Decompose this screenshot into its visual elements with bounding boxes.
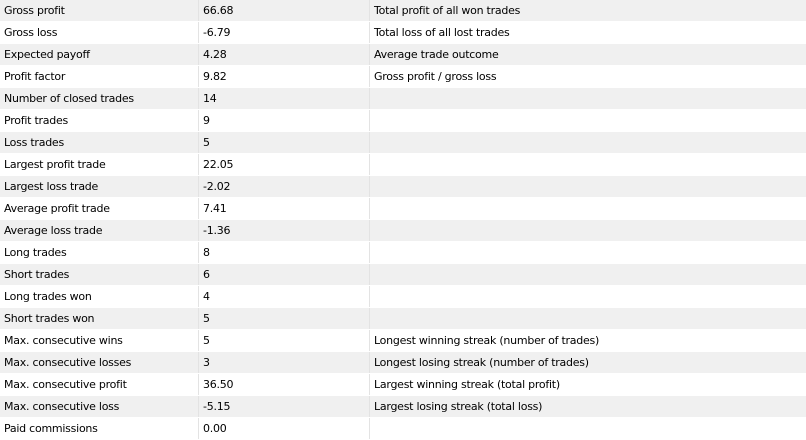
table-row[interactable]: Max. consecutive loss -5.15 Largest losi… bbox=[0, 396, 806, 418]
stat-description: Largest winning streak (total profit) bbox=[374, 378, 560, 391]
statistics-table: Gross profit 66.68 Total profit of all w… bbox=[0, 0, 806, 440]
stat-name: Expected payoff bbox=[0, 44, 199, 65]
stat-description bbox=[370, 176, 806, 197]
table-row[interactable]: Short trades won 5 bbox=[0, 308, 806, 330]
stat-description bbox=[370, 154, 806, 175]
stat-value: 8 bbox=[199, 242, 370, 263]
table-row[interactable]: Max. consecutive profit 36.50 Largest wi… bbox=[0, 374, 806, 396]
stat-name: Max. consecutive loss bbox=[0, 396, 199, 417]
stat-value: 36.50 bbox=[199, 374, 370, 395]
stat-value: -2.02 bbox=[199, 176, 370, 197]
table-row[interactable]: Average profit trade 7.41 bbox=[0, 198, 806, 220]
stat-name: Loss trades bbox=[0, 132, 199, 153]
stat-value: 4 bbox=[199, 286, 370, 307]
stat-description: Longest winning streak (number of trades… bbox=[374, 334, 600, 347]
stat-description bbox=[370, 198, 806, 219]
table-row[interactable]: Gross loss -6.79 Total loss of all lost … bbox=[0, 22, 806, 44]
table-row[interactable]: Gross profit 66.68 Total profit of all w… bbox=[0, 0, 806, 22]
stat-name: Largest profit trade bbox=[0, 154, 199, 175]
stat-value: 66.68 bbox=[199, 0, 370, 21]
table-row[interactable]: Max. consecutive wins 5 Longest winning … bbox=[0, 330, 806, 352]
stat-name: Average loss trade bbox=[0, 220, 199, 241]
stat-value: 4.28 bbox=[199, 44, 370, 65]
stat-description: Total loss of all lost trades bbox=[374, 26, 510, 39]
stat-name: Max. consecutive wins bbox=[0, 330, 199, 351]
stat-name: Short trades bbox=[0, 264, 199, 285]
table-row[interactable]: Profit factor 9.82 Gross profit / gross … bbox=[0, 66, 806, 88]
stat-description bbox=[370, 88, 806, 109]
stat-value: -6.79 bbox=[199, 22, 370, 43]
stat-description bbox=[370, 308, 806, 329]
stat-description: Total profit of all won trades bbox=[374, 4, 521, 17]
stat-value: 6 bbox=[199, 264, 370, 285]
stat-name: Long trades bbox=[0, 242, 199, 263]
stat-name: Short trades won bbox=[0, 308, 199, 329]
stat-description bbox=[370, 110, 806, 131]
table-row[interactable]: Loss trades 5 bbox=[0, 132, 806, 154]
stat-name: Profit factor bbox=[0, 66, 199, 87]
table-row[interactable]: Largest loss trade -2.02 bbox=[0, 176, 806, 198]
stat-description: Gross profit / gross loss bbox=[374, 70, 497, 83]
stat-value: 3 bbox=[199, 352, 370, 373]
stat-value: 5 bbox=[199, 330, 370, 351]
stat-name: Max. consecutive losses bbox=[0, 352, 199, 373]
table-row[interactable]: Short trades 6 bbox=[0, 264, 806, 286]
stat-name: Paid commissions bbox=[0, 418, 199, 439]
table-row[interactable]: Long trades 8 bbox=[0, 242, 806, 264]
stat-name: Gross loss bbox=[0, 22, 199, 43]
stat-value: 22.05 bbox=[199, 154, 370, 175]
table-row[interactable]: Largest profit trade 22.05 bbox=[0, 154, 806, 176]
stat-value: 9 bbox=[199, 110, 370, 131]
stat-value: 5 bbox=[199, 132, 370, 153]
stat-name: Number of closed trades bbox=[0, 88, 199, 109]
stat-name: Long trades won bbox=[0, 286, 199, 307]
stat-name: Profit trades bbox=[0, 110, 199, 131]
stat-description bbox=[370, 286, 806, 307]
stat-description: Average trade outcome bbox=[374, 48, 499, 61]
stat-description: Largest losing streak (total loss) bbox=[374, 400, 543, 413]
table-row[interactable]: Long trades won 4 bbox=[0, 286, 806, 308]
table-row[interactable]: Paid commissions 0.00 bbox=[0, 418, 806, 440]
stat-name: Max. consecutive profit bbox=[0, 374, 199, 395]
stat-name: Largest loss trade bbox=[0, 176, 199, 197]
stat-name: Average profit trade bbox=[0, 198, 199, 219]
table-row[interactable]: Average loss trade -1.36 bbox=[0, 220, 806, 242]
stat-description bbox=[370, 220, 806, 241]
stat-value: 0.00 bbox=[199, 418, 370, 439]
stat-name: Gross profit bbox=[0, 0, 199, 21]
stat-description bbox=[370, 132, 806, 153]
stat-description bbox=[370, 242, 806, 263]
table-row[interactable]: Profit trades 9 bbox=[0, 110, 806, 132]
stat-description: Longest losing streak (number of trades) bbox=[374, 356, 589, 369]
table-row[interactable]: Expected payoff 4.28 Average trade outco… bbox=[0, 44, 806, 66]
stat-description bbox=[370, 418, 806, 439]
stat-value: -1.36 bbox=[199, 220, 370, 241]
stat-description bbox=[370, 264, 806, 285]
table-row[interactable]: Max. consecutive losses 3 Longest losing… bbox=[0, 352, 806, 374]
stat-value: 5 bbox=[199, 308, 370, 329]
stat-value: 9.82 bbox=[199, 66, 370, 87]
table-row[interactable]: Number of closed trades 14 bbox=[0, 88, 806, 110]
stat-value: 14 bbox=[199, 88, 370, 109]
stat-value: -5.15 bbox=[199, 396, 370, 417]
stat-value: 7.41 bbox=[199, 198, 370, 219]
